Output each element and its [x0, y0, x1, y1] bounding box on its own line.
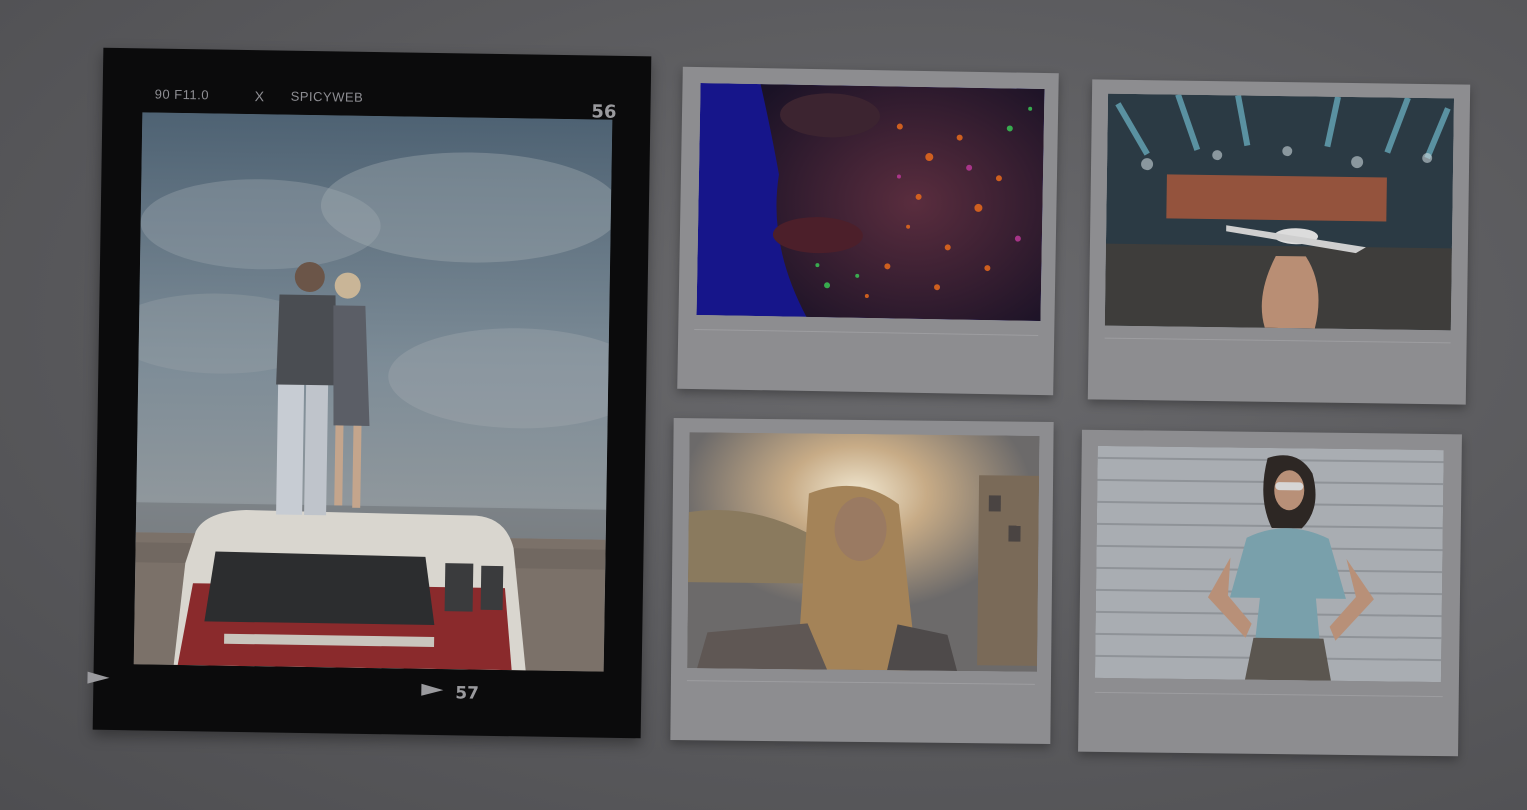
polaroid-sunglasses-woman — [1078, 429, 1462, 757]
film-arrow-icon — [421, 683, 444, 697]
polaroid-skater-girl — [670, 418, 1054, 744]
skater-girl-photo — [687, 432, 1040, 672]
polaroid-divider — [694, 328, 1039, 336]
frame-number-bottom: 57 — [455, 683, 480, 704]
polaroid-divider — [686, 680, 1035, 685]
polaroid-divider — [1094, 691, 1443, 698]
film-exposure-text: 90 F11.0 — [154, 86, 210, 103]
film-brand-text: SPICYWEB — [290, 88, 364, 105]
polaroid-neon-face — [677, 66, 1059, 396]
couple-on-van-illustration — [133, 112, 613, 672]
photo-collage: 90 F11.0 X SPICYWEB 56 57 — [0, 0, 1527, 810]
couple-on-van-photo — [133, 112, 613, 672]
film-frame: 90 F11.0 X SPICYWEB 56 57 — [87, 47, 652, 739]
film-arrow-icon — [87, 671, 110, 684]
polaroid-airplane — [1087, 79, 1471, 405]
airplane-photo — [1104, 93, 1455, 331]
sunglasses-woman-photo — [1094, 445, 1444, 683]
film-separator-text: X — [254, 88, 265, 105]
polaroid-divider — [1104, 337, 1451, 344]
neon-face-photo — [696, 83, 1045, 322]
